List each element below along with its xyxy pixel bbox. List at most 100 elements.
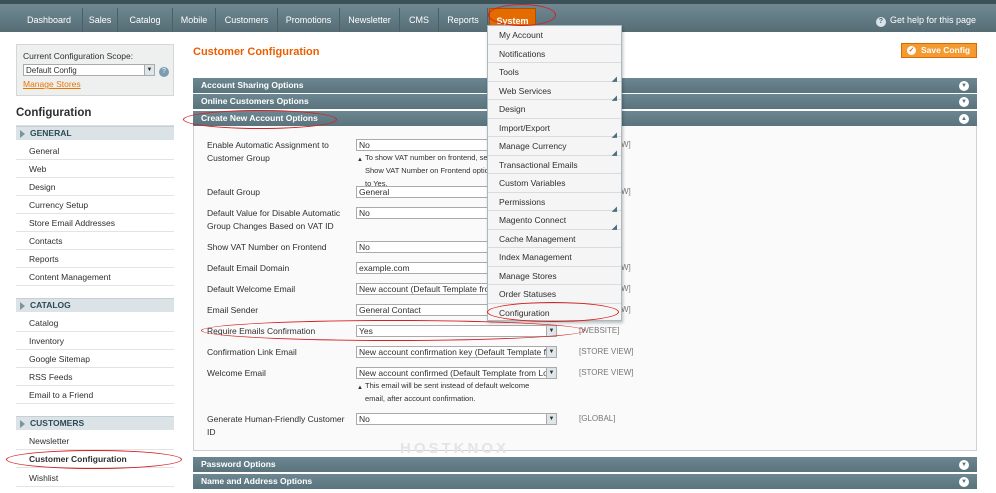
help-icon[interactable]: ? — [159, 67, 169, 77]
menu-item-import-export[interactable]: Import/Export ◢ — [488, 119, 621, 139]
triangle-up-icon: ▲ — [357, 157, 363, 163]
menu-item-tools[interactable]: Tools ◢ — [488, 63, 621, 83]
sidebar-item-design[interactable]: Design — [16, 178, 174, 196]
human-friendly-id-select[interactable]: No ▼ — [356, 413, 557, 425]
sidebar-item-web[interactable]: Web — [16, 160, 174, 178]
email-sender-select[interactable]: General Contact — [356, 304, 496, 316]
sidebar-item-general[interactable]: General — [16, 142, 174, 160]
chevron-down-icon: ▼ — [959, 460, 969, 470]
menu-item-order-statuses[interactable]: Order Statuses — [488, 285, 621, 304]
menu-label: Web Services — [499, 85, 552, 96]
menu-item-index-management[interactable]: Index Management — [488, 248, 621, 267]
default-email-domain-input[interactable]: example.com — [356, 262, 496, 274]
select-value: General — [359, 187, 390, 197]
scope-select[interactable]: Default Config ▼ — [23, 64, 155, 76]
sidebar-item-catalog[interactable]: Catalog — [16, 314, 174, 332]
nav-customers[interactable]: Customers — [216, 8, 278, 32]
band-label: Password Options — [201, 459, 276, 469]
chevron-down-icon: ▼ — [959, 477, 969, 487]
select-value: General Contact — [359, 305, 421, 315]
field-label: Default Email Domain — [207, 263, 290, 273]
band-password-options[interactable]: Password Options ▼ — [193, 457, 977, 472]
band-name-address-options[interactable]: Name and Address Options ▼ — [193, 474, 977, 489]
chevron-down-icon: ▼ — [546, 347, 556, 357]
field-label: Welcome Email — [207, 368, 266, 378]
menu-label: Tools — [499, 67, 519, 77]
save-label: Save Config — [921, 45, 971, 55]
menu-item-configuration[interactable]: Configuration — [488, 304, 621, 323]
sidebar-item-content-management[interactable]: Content Management — [16, 268, 174, 286]
sidebar-section-catalog[interactable]: CATALOG — [16, 298, 174, 312]
help-link[interactable]: ? Get help for this page — [875, 8, 976, 32]
nav-cms[interactable]: CMS — [400, 8, 439, 32]
require-email-confirmation-select[interactable]: Yes ▼ — [356, 325, 557, 337]
menu-item-cache-management[interactable]: Cache Management — [488, 230, 621, 248]
scope-value: Default Config — [26, 66, 77, 75]
field-label: Generate Human-Friendly Customer ID — [207, 414, 345, 437]
disable-auto-group-select[interactable]: No — [356, 207, 496, 219]
sidebar-item-currency-setup[interactable]: Currency Setup — [16, 196, 174, 214]
scope-switcher: Current Configuration Scope: Default Con… — [16, 44, 174, 96]
band-label: Create New Account Options — [201, 113, 318, 123]
default-welcome-email-select[interactable]: New account (Default Template fro — [356, 283, 496, 295]
select-value: No — [359, 414, 370, 424]
menu-item-transactional-emails[interactable]: Transactional Emails — [488, 156, 621, 174]
auto-assign-select[interactable]: No — [356, 139, 496, 151]
sidebar-item-rss-feeds[interactable]: RSS Feeds — [16, 368, 174, 386]
sidebar-section-general[interactable]: GENERAL — [16, 126, 174, 140]
sidebar-item-reports[interactable]: Reports — [16, 250, 174, 268]
sidebar-item-partial[interactable] — [16, 487, 174, 493]
nav-reports[interactable]: Reports — [439, 8, 488, 32]
field-label: Confirmation Link Email — [207, 347, 297, 357]
menu-label: Import/Export — [499, 122, 551, 133]
field-label: Email Sender — [207, 305, 259, 315]
band-label: Online Customers Options — [201, 96, 309, 106]
menu-label: Magento Connect — [499, 215, 567, 225]
chevron-up-icon: ▲ — [959, 114, 969, 124]
sidebar-item-inventory[interactable]: Inventory — [16, 332, 174, 350]
chevron-down-icon: ▼ — [546, 368, 556, 378]
save-config-button[interactable]: ✓ Save Config — [901, 43, 977, 58]
menu-label: Order Statuses — [499, 289, 557, 299]
manage-stores-link[interactable]: Manage Stores — [23, 79, 167, 89]
note-text: This email will be sent instead of defau… — [365, 381, 530, 403]
scope-label: W] — [621, 305, 631, 314]
menu-label: Custom Variables — [499, 178, 566, 188]
nav-sales[interactable]: Sales — [83, 8, 118, 32]
sidebar-section-customers[interactable]: CUSTOMERS — [16, 416, 174, 430]
menu-item-manage-currency[interactable]: Manage Currency ◢ — [488, 137, 621, 157]
scope-label: [STORE VIEW] — [579, 347, 634, 356]
menu-label: Manage Currency — [499, 141, 567, 151]
field-label: Enable Automatic Assignment to Customer … — [207, 140, 329, 163]
sidebar-item-google-sitemap[interactable]: Google Sitemap — [16, 350, 174, 368]
nav-dashboard[interactable]: Dashboard — [16, 8, 83, 32]
sidebar-item-contacts[interactable]: Contacts — [16, 232, 174, 250]
menu-item-notifications[interactable]: Notifications — [488, 45, 621, 63]
sidebar-item-store-email-addresses[interactable]: Store Email Addresses — [16, 214, 174, 232]
select-value: New account confirmation key (Default Te… — [359, 347, 549, 357]
sidebar-item-email-to-a-friend[interactable]: Email to a Friend — [16, 386, 174, 404]
default-group-select[interactable]: General — [356, 186, 496, 198]
nav-newsletter[interactable]: Newsletter — [340, 8, 400, 32]
menu-label: My Account — [499, 30, 543, 40]
menu-label: Notifications — [499, 48, 546, 59]
nav-catalog[interactable]: Catalog — [118, 8, 173, 32]
sidebar-item-wishlist[interactable]: Wishlist — [16, 469, 174, 487]
system-dropdown-menu: My Account Notifications Tools ◢ Web Serv… — [487, 25, 622, 321]
menu-item-design[interactable]: Design — [488, 100, 621, 119]
menu-item-permissions[interactable]: Permissions ◢ — [488, 193, 621, 213]
menu-item-my-account[interactable]: My Account — [488, 26, 621, 45]
confirmation-link-email-select[interactable]: New account confirmation key (Default Te… — [356, 346, 557, 358]
menu-item-custom-variables[interactable]: Custom Variables — [488, 174, 621, 193]
check-icon: ✓ — [907, 46, 916, 55]
sidebar-item-customer-configuration[interactable]: Customer Configuration — [16, 450, 174, 468]
nav-promotions[interactable]: Promotions — [278, 8, 340, 32]
scope-label: Current Configuration Scope: — [23, 51, 134, 61]
menu-item-magento-connect[interactable]: Magento Connect ◢ — [488, 211, 621, 231]
sidebar-item-newsletter[interactable]: Newsletter — [16, 432, 174, 450]
welcome-email-select[interactable]: New account confirmed (Default Template … — [356, 367, 557, 379]
show-vat-select[interactable]: No — [356, 241, 496, 253]
menu-item-manage-stores[interactable]: Manage Stores — [488, 267, 621, 285]
menu-item-web-services[interactable]: Web Services ◢ — [488, 82, 621, 102]
nav-mobile[interactable]: Mobile — [173, 8, 216, 32]
